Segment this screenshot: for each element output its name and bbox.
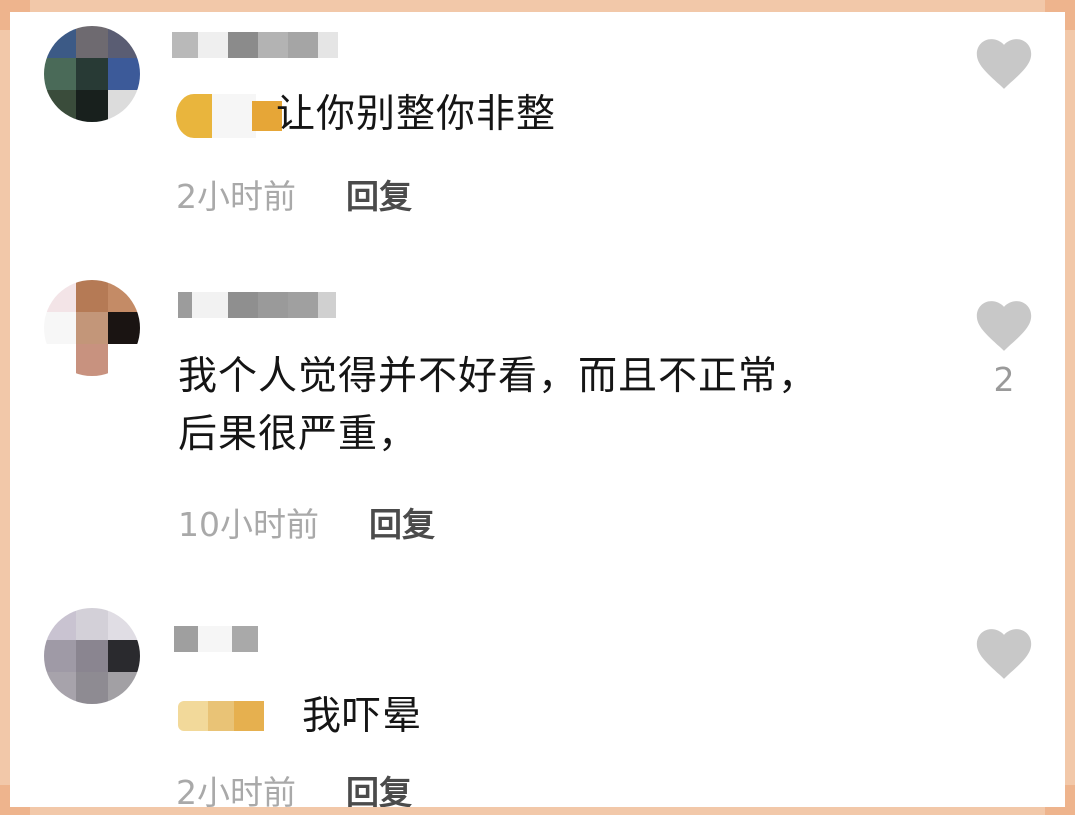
comment-list: 让你别整你非整 2小时前 回复 我个人觉得并不好看，而且不正常， 后果很严重，: [10, 12, 1065, 807]
heart-icon: [976, 629, 1032, 679]
user-badge: [176, 92, 282, 140]
comment-time: 2小时前: [176, 773, 296, 807]
reply-button[interactable]: 回复: [369, 498, 435, 546]
comment-time: 2小时前: [176, 177, 296, 216]
comment-meta: 2小时前 回复: [176, 766, 412, 807]
comment-item: 我个人觉得并不好看，而且不正常， 后果很严重， 10小时前 回复 2: [10, 252, 1065, 582]
heart-icon: [976, 301, 1032, 351]
avatar[interactable]: [44, 280, 140, 376]
comment-text: 我个人觉得并不好看，而且不正常， 后果很严重，: [178, 348, 818, 464]
comment-text: 我吓晕: [302, 694, 423, 739]
comment-time: 10小时前: [178, 505, 319, 544]
username-blurred[interactable]: [178, 292, 336, 318]
heart-icon: [976, 39, 1032, 89]
like-button[interactable]: [975, 38, 1033, 98]
comment-text: 让你别整你非整: [276, 92, 557, 137]
reply-button[interactable]: 回复: [346, 766, 412, 807]
avatar[interactable]: [44, 26, 140, 122]
reply-button[interactable]: 回复: [346, 170, 412, 218]
comment-item: 让你别整你非整 2小时前 回复: [10, 12, 1065, 252]
user-badge: [178, 692, 264, 740]
comment-text-line: 后果很严重，: [178, 412, 419, 457]
comment-meta: 10小时前 回复: [178, 498, 435, 546]
like-count: 2: [993, 360, 1015, 399]
like-button[interactable]: 2: [975, 300, 1033, 399]
username-blurred[interactable]: [172, 32, 338, 58]
like-button[interactable]: [975, 628, 1033, 688]
comment-item: 我吓晕 2小时前 回复: [10, 582, 1065, 807]
comment-meta: 2小时前 回复: [176, 170, 412, 218]
avatar[interactable]: [44, 608, 140, 704]
username-blurred[interactable]: [174, 626, 258, 652]
comment-text-line: 我个人觉得并不好看，而且不正常，: [178, 354, 819, 399]
